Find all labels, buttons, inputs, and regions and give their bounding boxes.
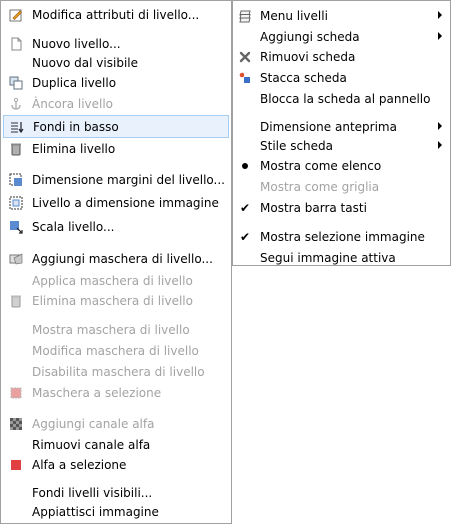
menu-item-label: Scala livello...: [32, 220, 115, 234]
menu-item-anchor-layer[interactable]: Àncora livello: [3, 94, 229, 114]
menu-item-flatten-image[interactable]: Appiattisci immagine: [3, 502, 229, 522]
close-icon: [238, 50, 252, 64]
scale-layer-icon: [9, 220, 23, 234]
menu-item-apply-layer-mask[interactable]: Applica maschera di livello: [3, 271, 229, 291]
menu-item-delete-layer-mask[interactable]: Elimina maschera di livello: [3, 291, 229, 311]
menu-item-layer-boundary-size[interactable]: Dimensione margini del livello...: [3, 170, 229, 190]
menu-item-edit-layer-attributes[interactable]: Modifica attributi di livello...: [3, 5, 229, 25]
menu-item-add-tab[interactable]: Aggiungi scheda: [235, 27, 448, 47]
menu-item-label: Modifica maschera di livello: [32, 344, 199, 358]
menu-item-edit-layer-mask[interactable]: Modifica maschera di livello: [3, 341, 229, 361]
submenu-arrow-icon: [438, 32, 442, 40]
add-mask-icon: [9, 252, 23, 266]
boundary-size-icon: [9, 173, 23, 187]
menu-item-label: Applica maschera di livello: [32, 274, 193, 288]
menu-item-auto-follow-active-image[interactable]: Segui immagine attiva: [235, 248, 448, 268]
menu-item-label: Dimensione margini del livello...: [32, 173, 225, 187]
menu-item-label: Modifica attributi di livello...: [32, 8, 200, 22]
menu-item-detach-tab[interactable]: Stacca scheda: [235, 68, 448, 88]
layer-to-image-icon: [9, 196, 23, 210]
menu-item-label: Mostra come griglia: [260, 180, 380, 194]
menu-item-view-as-list[interactable]: Mostra come elenco: [235, 156, 448, 176]
menu-item-layers-menu[interactable]: Menu livelli: [235, 6, 448, 26]
menu-item-label: Mostra selezione immagine: [260, 230, 425, 244]
menu-item-show-button-bar[interactable]: ✔ Mostra barra tasti: [235, 198, 448, 218]
menu-item-label: Nuovo livello...: [32, 37, 121, 51]
menu-item-label: Aggiungi maschera di livello...: [32, 252, 213, 266]
menu-item-remove-alpha-channel[interactable]: Rimuovi canale alfa: [3, 435, 229, 455]
menu-item-label: Aggiungi scheda: [260, 30, 360, 44]
menu-item-remove-tab[interactable]: Rimuovi scheda: [235, 47, 448, 67]
menu-item-add-alpha-channel[interactable]: Aggiungi canale alfa: [3, 414, 229, 434]
menu-item-label: Mostra maschera di livello: [32, 323, 190, 337]
edit-attributes-icon: [9, 8, 23, 22]
menu-item-label: Dimensione anteprima: [260, 120, 397, 134]
alpha-channel-icon: [9, 417, 23, 431]
menu-item-label: Fondi in basso: [33, 119, 119, 134]
menu-item-label: Nuovo dal visibile: [32, 56, 138, 70]
layer-context-menu: Modifica attributi di livello... Nuovo l…: [0, 0, 232, 524]
menu-item-label: Alfa a selezione: [32, 458, 127, 472]
menu-item-view-as-grid[interactable]: Mostra come griglia: [235, 177, 448, 197]
menu-item-disable-layer-mask[interactable]: Disabilita maschera di livello: [3, 362, 229, 382]
menu-item-label: Stacca scheda: [260, 71, 347, 85]
menu-item-label: Disabilita maschera di livello: [32, 365, 205, 379]
menu-item-label: Menu livelli: [260, 9, 328, 23]
menu-item-label: Livello a dimensione immagine: [32, 196, 219, 210]
menu-item-label: Elimina livello: [32, 142, 116, 156]
menu-item-tab-style[interactable]: Stile scheda: [235, 136, 448, 156]
menu-item-label: Segui immagine attiva: [260, 251, 396, 265]
submenu-arrow-icon: [438, 141, 442, 149]
menu-item-label: Rimuovi scheda: [260, 50, 356, 64]
submenu-arrow-icon: [438, 11, 442, 19]
menu-item-new-from-visible[interactable]: Nuovo dal visibile: [3, 53, 229, 73]
radio-bullet-icon: [238, 159, 252, 173]
merge-down-icon: [10, 120, 24, 134]
menu-item-label: Àncora livello: [32, 97, 114, 111]
menu-item-label: Elimina maschera di livello: [32, 294, 193, 308]
submenu-arrow-icon: [438, 122, 442, 130]
new-layer-icon: [9, 37, 23, 51]
checkmark-icon: ✔: [239, 201, 251, 215]
checkmark-icon: ✔: [239, 230, 251, 244]
menu-item-alpha-to-selection[interactable]: Alfa a selezione: [3, 455, 229, 475]
menu-item-show-image-selection[interactable]: ✔ Mostra selezione immagine: [235, 227, 448, 247]
menu-item-new-layer[interactable]: Nuovo livello...: [3, 34, 229, 54]
menu-item-preview-size[interactable]: Dimensione anteprima: [235, 117, 448, 137]
menu-item-label: Rimuovi canale alfa: [32, 438, 151, 452]
menu-item-label: Blocca la scheda al pannello: [260, 92, 431, 106]
menu-item-label: Maschera a selezione: [32, 386, 162, 400]
menu-item-label: Appiattisci immagine: [32, 505, 159, 519]
menu-item-show-layer-mask[interactable]: Mostra maschera di livello: [3, 320, 229, 340]
menu-item-label: Aggiungi canale alfa: [32, 417, 155, 431]
menu-item-lock-tab-to-dock[interactable]: Blocca la scheda al pannello: [235, 89, 448, 109]
trash-icon: [9, 294, 23, 308]
anchor-icon: [9, 97, 23, 111]
tab-menu: Menu livelli Aggiungi scheda Rimuovi sch…: [232, 0, 451, 266]
menu-item-label: Fondi livelli visibili...: [32, 486, 153, 500]
detach-tab-icon: [238, 71, 252, 85]
menu-item-mask-to-selection[interactable]: Maschera a selezione: [3, 383, 229, 403]
menu-item-merge-down[interactable]: Fondi in basso: [3, 115, 229, 138]
duplicate-layer-icon: [9, 76, 23, 90]
mask-to-selection-icon: [9, 386, 23, 400]
menu-item-delete-layer[interactable]: Elimina livello: [3, 139, 229, 159]
menu-item-label: Mostra come elenco: [260, 159, 382, 173]
menu-item-add-layer-mask[interactable]: Aggiungi maschera di livello...: [3, 249, 229, 269]
menu-item-merge-visible-layers[interactable]: Fondi livelli visibili...: [3, 483, 229, 503]
menu-item-label: Duplica livello: [32, 76, 117, 90]
menu-item-scale-layer[interactable]: Scala livello...: [3, 217, 229, 237]
layers-icon: [238, 9, 252, 23]
menu-item-label: Stile scheda: [260, 139, 333, 153]
trash-icon: [9, 142, 23, 156]
menu-item-layer-to-image-size[interactable]: Livello a dimensione immagine: [3, 193, 229, 213]
alpha-to-selection-icon: [9, 458, 23, 472]
menu-item-label: Mostra barra tasti: [260, 201, 367, 215]
menu-item-duplicate-layer[interactable]: Duplica livello: [3, 73, 229, 93]
